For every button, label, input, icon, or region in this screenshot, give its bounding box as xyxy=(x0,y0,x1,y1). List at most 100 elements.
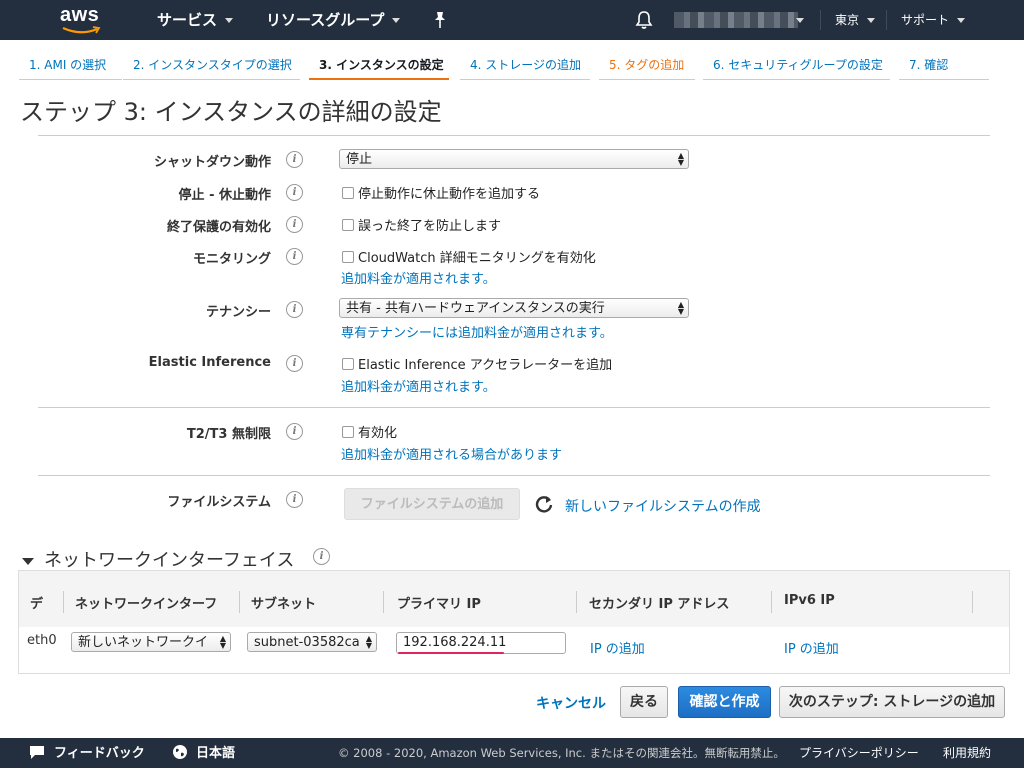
account-name-redacted[interactable] xyxy=(674,12,798,28)
elastic-inference-label: Elastic Inference xyxy=(148,355,271,370)
review-and-launch-button[interactable]: 確認と作成 xyxy=(678,686,771,718)
info-icon[interactable]: i xyxy=(286,301,303,318)
nav-divider xyxy=(820,10,821,30)
tab-ami[interactable]: 1. AMI の選択 xyxy=(19,50,122,80)
info-icon[interactable]: i xyxy=(286,216,303,233)
page-title: ステップ 3: インスタンスの詳細の設定 xyxy=(20,98,442,126)
refresh-icon[interactable] xyxy=(534,494,554,514)
chevron-down-icon xyxy=(225,18,234,23)
stop-hibernate-checkbox-label: 停止動作に休止動作を追加する xyxy=(358,187,541,202)
network-interface-select[interactable]: 新しいネットワークイ ▲ ▼ xyxy=(71,632,231,652)
subnet-select[interactable]: subnet-03582ca ▲ ▼ xyxy=(247,632,377,652)
divider xyxy=(38,135,990,136)
chevron-down-icon xyxy=(392,18,401,23)
region-label: 東京 xyxy=(835,13,860,27)
network-interfaces-table: デ ネットワークインターフ サブネット プライマリ IP セカンダリ IP アド… xyxy=(18,570,1010,674)
subnet-value: subnet-03582ca xyxy=(254,635,360,650)
footer-bar: フィードバック 日本語 © 2008 - 2020, Amazon Web Se… xyxy=(0,738,1024,768)
column-primary-ip: プライマリ IP xyxy=(397,597,481,612)
add-file-system-button: ファイルシステムの追加 xyxy=(344,488,520,520)
monitoring-checkbox-label: CloudWatch 詳細モニタリングを有効化 xyxy=(358,251,596,266)
column-network-interface: ネットワークインターフ xyxy=(75,597,218,612)
info-icon[interactable]: i xyxy=(286,248,303,265)
info-icon[interactable]: i xyxy=(286,151,303,168)
support-label: サポート xyxy=(901,13,950,27)
info-icon[interactable]: i xyxy=(286,423,303,440)
monitoring-option[interactable]: CloudWatch 詳細モニタリングを有効化 xyxy=(342,247,596,266)
tenancy-label: テナンシー xyxy=(205,305,271,320)
resource-groups-menu[interactable]: リソースグループ xyxy=(266,0,401,40)
cancel-button[interactable]: キャンセル xyxy=(536,693,606,713)
select-arrows-icon: ▲ ▼ xyxy=(677,151,684,167)
column-divider xyxy=(63,591,64,613)
language-label: 日本語 xyxy=(196,746,236,761)
primary-ip-input[interactable]: 192.168.224.11 xyxy=(396,632,566,654)
t2t3-unlimited-checkbox[interactable] xyxy=(342,426,354,438)
pin-icon[interactable] xyxy=(432,11,448,29)
divider xyxy=(38,475,990,476)
resource-groups-label: リソースグループ xyxy=(266,11,385,29)
tab-add-tags[interactable]: 5. タグの追加 xyxy=(599,50,695,80)
shutdown-behavior-select[interactable]: 停止 ▲ ▼ xyxy=(339,149,689,169)
tab-instance-type[interactable]: 2. インスタンスタイプの選択 xyxy=(123,50,300,80)
column-divider xyxy=(972,591,973,613)
tab-configure-instance[interactable]: 3. インスタンスの設定 xyxy=(309,50,449,80)
stop-hibernate-option[interactable]: 停止動作に休止動作を追加する xyxy=(342,183,540,202)
terms-link[interactable]: 利用規約 xyxy=(943,738,991,768)
monitoring-checkbox[interactable] xyxy=(342,251,354,263)
feedback-link[interactable]: フィードバック xyxy=(28,738,145,768)
region-menu[interactable]: 東京 xyxy=(835,0,876,40)
chevron-down-icon xyxy=(957,18,966,23)
column-divider xyxy=(383,591,384,613)
info-icon[interactable]: i xyxy=(286,491,303,508)
back-button[interactable]: 戻る xyxy=(620,686,668,718)
bell-icon[interactable] xyxy=(635,10,653,30)
termination-protection-checkbox[interactable] xyxy=(342,219,354,231)
elastic-inference-checkbox[interactable] xyxy=(342,358,354,370)
support-menu[interactable]: サポート xyxy=(901,0,966,40)
create-file-system-link[interactable]: 新しいファイルシステムの作成 xyxy=(565,496,761,516)
network-interfaces-section[interactable]: ネットワークインターフェイス xyxy=(22,546,294,572)
t2t3-unlimited-option[interactable]: 有効化 xyxy=(342,422,397,441)
divider xyxy=(38,407,990,408)
network-interface-value: 新しいネットワークイ xyxy=(78,635,209,650)
tab-security-group[interactable]: 6. セキュリティグループの設定 xyxy=(703,50,890,80)
column-divider xyxy=(771,591,772,613)
file-systems-label: ファイルシステム xyxy=(167,495,271,510)
tenancy-select[interactable]: 共有 - 共有ハードウェアインスタンスの実行 ▲ ▼ xyxy=(339,298,689,318)
select-arrows-icon: ▲ ▼ xyxy=(677,300,684,316)
info-icon[interactable]: i xyxy=(286,355,303,372)
services-menu[interactable]: サービス xyxy=(157,0,234,40)
services-menu-label: サービス xyxy=(157,11,218,29)
privacy-policy-link[interactable]: プライバシーポリシー xyxy=(799,738,919,768)
table-header: デ ネットワークインターフ サブネット プライマリ IP セカンダリ IP アド… xyxy=(19,571,1009,627)
collapse-triangle-icon[interactable] xyxy=(22,557,34,565)
aws-smile-icon xyxy=(62,26,101,34)
account-chevron-down-icon[interactable] xyxy=(796,18,804,23)
nav-divider xyxy=(886,10,887,30)
chevron-down-icon xyxy=(867,18,876,23)
tab-review[interactable]: 7. 確認 xyxy=(899,50,989,80)
add-secondary-ip-link[interactable]: IP の追加 xyxy=(590,638,645,657)
elastic-inference-charges-link[interactable]: 追加料金が適用されます。 xyxy=(341,376,496,395)
tenancy-charges-link[interactable]: 専有テナンシーには追加料金が適用されます。 xyxy=(341,322,613,341)
monitoring-charges-link[interactable]: 追加料金が適用されます。 xyxy=(341,268,496,287)
wizard-steps: 1. AMI の選択 2. インスタンスタイプの選択 3. インスタンスの設定 … xyxy=(0,50,1024,82)
add-ipv6-ip-link[interactable]: IP の追加 xyxy=(784,638,839,657)
next-add-storage-button[interactable]: 次のステップ: ストレージの追加 xyxy=(779,686,1005,718)
speech-bubble-icon xyxy=(30,746,44,759)
stop-hibernate-checkbox[interactable] xyxy=(342,187,354,199)
elastic-inference-checkbox-label: Elastic Inference アクセラレーターを追加 xyxy=(358,358,613,373)
device-cell: eth0 xyxy=(27,633,57,648)
aws-logo[interactable]: aws xyxy=(58,4,104,36)
info-icon[interactable]: i xyxy=(313,548,330,565)
shutdown-label: シャットダウン動作 xyxy=(153,155,271,170)
language-selector[interactable]: 日本語 xyxy=(172,738,235,768)
elastic-inference-option[interactable]: Elastic Inference アクセラレーターを追加 xyxy=(342,354,612,373)
t2t3-charges-link[interactable]: 追加料金が適用される場合があります xyxy=(341,444,562,463)
termination-protection-checkbox-label: 誤った終了を防止します xyxy=(358,219,502,234)
info-icon[interactable]: i xyxy=(286,184,303,201)
termination-protection-option[interactable]: 誤った終了を防止します xyxy=(342,215,501,234)
tab-add-storage[interactable]: 4. ストレージの追加 xyxy=(460,50,590,80)
tenancy-value: 共有 - 共有ハードウェアインスタンスの実行 xyxy=(346,301,605,316)
